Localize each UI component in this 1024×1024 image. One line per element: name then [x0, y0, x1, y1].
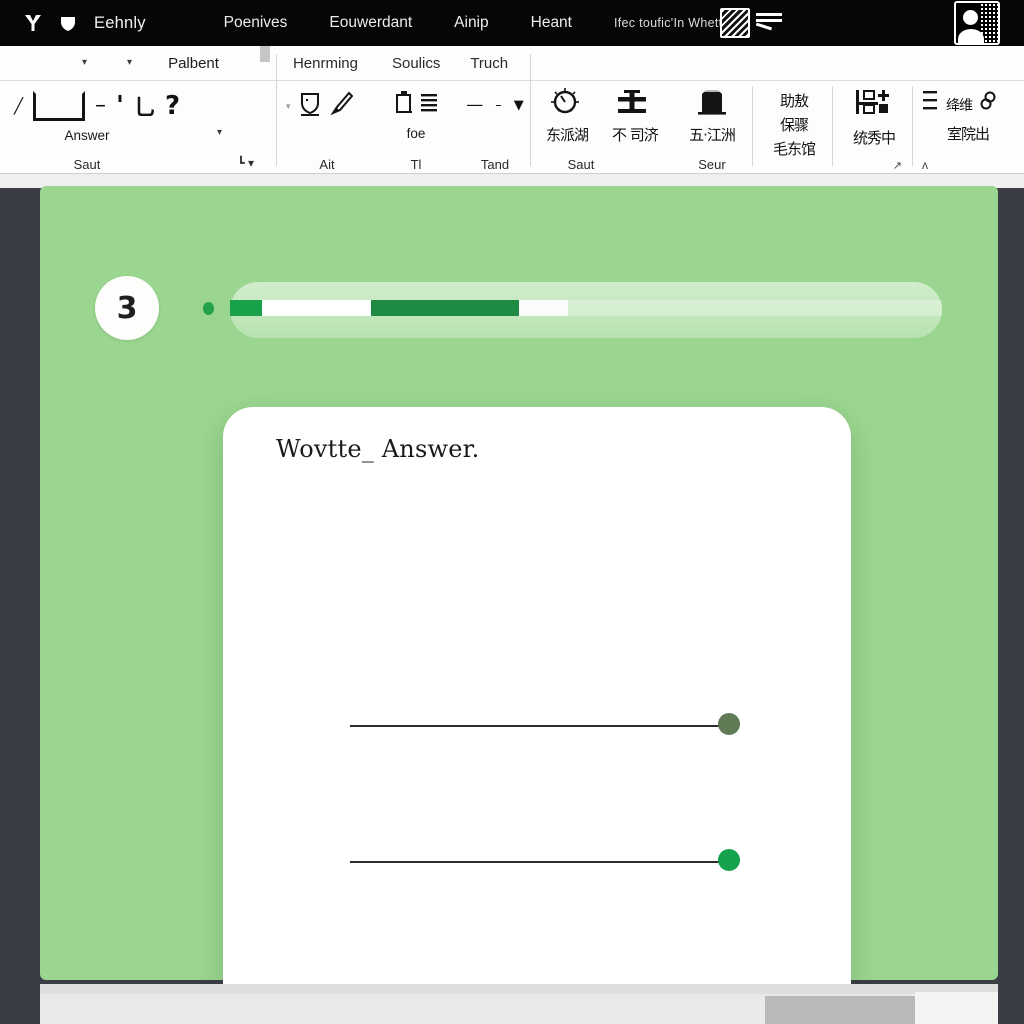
- ribbon-group-tl: foe Tl: [372, 80, 460, 174]
- ribbon-seur-label-1: 五·江洲: [689, 126, 736, 144]
- shield-outline-icon[interactable]: [299, 92, 321, 121]
- ribbon-group-answer-footer: Saut: [73, 157, 101, 172]
- ribbon-caret-one[interactable]: ▾: [82, 58, 87, 68]
- ribbon-right-c-corner-launcher[interactable]: ʌ: [922, 158, 928, 172]
- bottom-bar-gray-block[interactable]: [765, 996, 915, 1024]
- ribbon-ait-caret[interactable]: ▾: [286, 101, 291, 111]
- shield-icon[interactable]: [58, 13, 78, 33]
- table-icon[interactable]: [612, 87, 652, 122]
- top-bar-right-cluster: [720, 0, 1024, 46]
- grid-pattern-icon[interactable]: [720, 8, 750, 38]
- shirt-icon[interactable]: [692, 86, 732, 123]
- progress-segment-gap-two: [519, 300, 568, 316]
- ribbon-tab-palbent[interactable]: Palbent: [168, 55, 219, 72]
- user-avatar-icon[interactable]: [954, 1, 1000, 45]
- ribbon-group-saut-footer: Saut: [567, 157, 595, 172]
- ribbon-right-c-label-2[interactable]: 室院出: [947, 125, 990, 143]
- top-menu-bar: Eehnly Poenives Eouwerdant Ainip Heant I…: [0, 0, 1024, 46]
- ribbon-right-b-corner-launcher[interactable]: ↗: [893, 159, 902, 172]
- ribbon-group-answer-caption: Answer: [64, 128, 110, 143]
- avatar-texture: [980, 3, 998, 43]
- nav-item-ainip[interactable]: Ainip: [454, 14, 488, 32]
- ribbon-group-seur: 五·江洲 Seur: [672, 80, 752, 174]
- answer-line-two-knob[interactable]: [718, 849, 740, 871]
- ribbon-tab-soulics[interactable]: Soulics: [392, 55, 440, 72]
- ribbon-saut-label-1: 东派湖: [546, 126, 589, 144]
- answer-card[interactable]: Wovtte_ Answer.: [223, 407, 851, 1024]
- app-logo-icon[interactable]: [22, 12, 44, 34]
- ribbon-answer-subcaret[interactable]: ▾: [217, 128, 222, 138]
- hook-icon[interactable]: ': [116, 93, 124, 119]
- answer-card-title: Wovtte_ Answer.: [276, 435, 480, 463]
- ribbon-tab-row: ▾ ▾ Palbent Henrming Soulics Truch: [0, 46, 1024, 80]
- dash-short-icon[interactable]: —: [466, 96, 483, 114]
- caret-down-icon[interactable]: ▼: [514, 99, 524, 112]
- ribbon-group-answer: ╱ – ' 乚 ? Answer Saut ▾ ┗ ▾: [8, 46, 270, 174]
- three-lines-icon[interactable]: [922, 88, 940, 121]
- ribbon-right-c-label-1[interactable]: 绛维: [946, 95, 973, 115]
- progress-segment-filled-middle: [371, 300, 519, 316]
- nav-item-poenives[interactable]: Poenives: [224, 14, 288, 32]
- dash-tiny-icon[interactable]: –: [495, 99, 502, 112]
- app-root: Eehnly Poenives Eouwerdant Ainip Heant I…: [0, 0, 1024, 1024]
- rings-icon[interactable]: [978, 89, 1000, 120]
- dash-icon[interactable]: –: [95, 95, 106, 117]
- answer-line-one-knob[interactable]: [718, 713, 740, 735]
- ribbon-group-saut: 东派湖 不 司济 Saut: [536, 80, 686, 174]
- ribbon-group-right-b: 统秀中 ↗: [838, 80, 910, 174]
- clipboard-icon[interactable]: [393, 90, 415, 121]
- ribbon-scrollbar[interactable]: [260, 46, 270, 136]
- progress-segment-gap-one: [262, 300, 371, 316]
- top-nav: Poenives Eouwerdant Ainip Heant Ifec tou…: [224, 14, 723, 32]
- answer-line-two[interactable]: [350, 849, 740, 875]
- pen-nib-icon[interactable]: ╱: [14, 98, 23, 114]
- bottom-status-bar: [40, 984, 998, 1024]
- progress-segment-remaining: [568, 300, 942, 316]
- ribbon-right-b-label-1[interactable]: 统秀中: [853, 127, 896, 148]
- brand-label: Eehnly: [94, 13, 146, 32]
- bottom-bar-seam: [40, 984, 998, 994]
- progress-header-row: 3: [95, 276, 955, 340]
- gauge-icon[interactable]: [548, 86, 582, 123]
- answer-line-one[interactable]: [350, 713, 740, 739]
- answer-line-two-rule: [350, 861, 722, 863]
- bottom-bar-right-pane[interactable]: [915, 992, 998, 1024]
- ribbon-group-row: ╱ – ' 乚 ? Answer Saut ▾ ┗ ▾ ▾ Ait foe Tl…: [0, 46, 1024, 174]
- slide-canvas[interactable]: 3 Wovtte_ Answer.: [40, 186, 998, 1024]
- nav-item-status-text[interactable]: Ifec toufic'In Whett: [614, 16, 722, 30]
- menu-lines-icon[interactable]: [755, 10, 784, 36]
- ribbon-group-tl-footer: Tl: [410, 157, 422, 172]
- ribbon-group-right-c: 绛维 室院出 ʌ: [918, 80, 1018, 174]
- ribbon-group-ait: ▾ Ait: [286, 80, 368, 174]
- ribbon-tab-truch[interactable]: Truch: [470, 55, 508, 72]
- list-lines-icon[interactable]: [419, 91, 439, 120]
- progress-bar[interactable]: [230, 300, 942, 316]
- ribbon-caret-two[interactable]: ▾: [127, 58, 132, 68]
- nav-item-heant[interactable]: Heant: [531, 14, 572, 32]
- ribbon-right-a-label-1[interactable]: 助敖: [780, 90, 809, 111]
- nav-item-eouwerdant[interactable]: Eouwerdant: [329, 14, 412, 32]
- ribbon-group-right-a: 助敖 保骤 毛东馆: [758, 80, 830, 174]
- ribbon-right-a-label-3[interactable]: 毛东馆: [773, 138, 816, 159]
- progress-start-dot: [203, 302, 214, 315]
- ribbon-toolbar: ▾ ▾ Palbent Henrming Soulics Truch ╱ – '…: [0, 46, 1024, 174]
- highlighter-icon[interactable]: [329, 91, 353, 122]
- question-mark-icon[interactable]: ?: [165, 93, 180, 119]
- step-number-badge: 3: [95, 276, 159, 340]
- ribbon-group-tand-footer: Tand: [480, 157, 510, 172]
- ribbon-right-a-label-2[interactable]: 保骤: [780, 114, 809, 135]
- ribbon-group-tand: — – ▼ Tand: [462, 80, 528, 174]
- ribbon-group-tl-caption: foe: [406, 126, 426, 141]
- ribbon-group-ait-footer: Ait: [319, 157, 335, 172]
- tag-icon[interactable]: 乚: [134, 90, 156, 122]
- progress-segment-filled-start: [230, 300, 262, 316]
- open-rectangle-icon[interactable]: [33, 91, 86, 121]
- ribbon-answer-corner-launcher[interactable]: ┗ ▾: [237, 156, 254, 170]
- ribbon-saut-label-2: 不 司济: [612, 126, 659, 144]
- ribbon-tab-henrming[interactable]: Henrming: [293, 55, 358, 72]
- answer-line-one-rule: [350, 725, 722, 727]
- ribbon-group-seur-footer: Seur: [698, 157, 726, 172]
- list-plus-icon[interactable]: [852, 88, 896, 123]
- avatar-head: [963, 10, 978, 25]
